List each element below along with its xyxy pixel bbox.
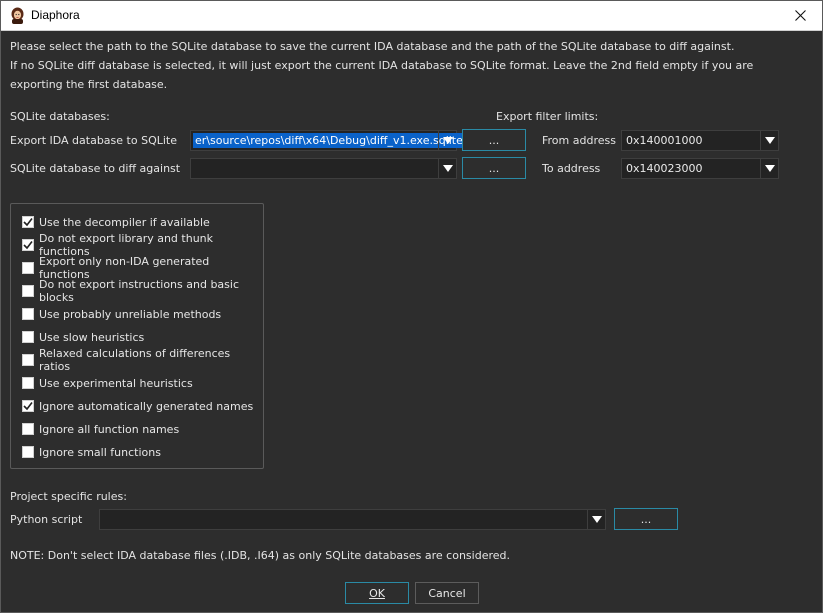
to-address-dropdown[interactable] bbox=[760, 159, 778, 178]
note-text: NOTE: Don't select IDA database files (.… bbox=[10, 549, 510, 562]
to-address-value[interactable]: 0x140023000 bbox=[626, 162, 703, 175]
option-no-instructions[interactable]: Do not export instructions and basic blo… bbox=[22, 278, 263, 304]
checkmark-icon bbox=[23, 218, 33, 227]
diaphora-app-icon bbox=[11, 7, 24, 24]
dropdown-arrow-icon bbox=[591, 516, 602, 523]
option-relaxed-ratios[interactable]: Relaxed calculations of differences rati… bbox=[22, 347, 263, 373]
option-no-library-thunk[interactable]: Do not export library and thunk function… bbox=[22, 232, 263, 258]
option-ignore-generated-names[interactable]: Ignore automatically generated names bbox=[22, 398, 253, 414]
option-checkbox[interactable] bbox=[22, 446, 34, 458]
description-line-3: exporting the first database. bbox=[10, 78, 168, 91]
option-use-decompiler[interactable]: Use the decompiler if available bbox=[22, 214, 210, 230]
option-checkbox[interactable] bbox=[22, 285, 34, 297]
option-checkbox[interactable] bbox=[22, 216, 34, 228]
option-checkbox[interactable] bbox=[22, 377, 34, 389]
option-label: Use experimental heuristics bbox=[39, 376, 193, 390]
diff-db-dropdown[interactable] bbox=[438, 159, 456, 178]
close-icon bbox=[794, 10, 806, 21]
diff-db-combo[interactable] bbox=[190, 158, 457, 179]
option-label: Ignore all function names bbox=[39, 422, 180, 436]
option-slow-heuristics[interactable]: Use slow heuristics bbox=[22, 329, 144, 345]
description-line-2: If no SQLite diff database is selected, … bbox=[10, 59, 754, 72]
python-script-combo[interactable] bbox=[99, 509, 606, 530]
option-label: Use slow heuristics bbox=[39, 330, 145, 344]
project-rules-heading: Project specific rules: bbox=[10, 490, 127, 503]
checkmark-icon bbox=[23, 241, 33, 250]
title-bar: Diaphora bbox=[0, 0, 823, 31]
python-script-browse-button[interactable]: ... bbox=[614, 508, 678, 530]
from-address-value[interactable]: 0x140001000 bbox=[626, 134, 703, 147]
dropdown-arrow-icon bbox=[442, 165, 453, 172]
option-experimental-heuristics[interactable]: Use experimental heuristics bbox=[22, 375, 193, 391]
export-db-value[interactable]: er\source\repos\diff\x64\Debug\diff_v1.e… bbox=[193, 133, 465, 148]
export-db-browse-button[interactable]: ... bbox=[462, 129, 526, 151]
option-ignore-all-names[interactable]: Ignore all function names bbox=[22, 421, 179, 437]
from-address-combo[interactable]: 0x140001000 bbox=[621, 130, 779, 151]
close-button[interactable] bbox=[777, 0, 823, 31]
option-checkbox[interactable] bbox=[22, 400, 34, 412]
option-ignore-small-functions[interactable]: Ignore small functions bbox=[22, 444, 161, 460]
option-only-non-ida[interactable]: Export only non-IDA generated functions bbox=[22, 255, 263, 281]
option-checkbox[interactable] bbox=[22, 331, 34, 343]
option-label: Relaxed calculations of differences rati… bbox=[39, 347, 231, 373]
option-checkbox[interactable] bbox=[22, 262, 34, 274]
option-label: Use probably unreliable methods bbox=[39, 307, 222, 321]
option-checkbox[interactable] bbox=[22, 354, 34, 366]
description-text: Please select the path to the SQLite dat… bbox=[10, 37, 753, 94]
to-address-label: To address bbox=[542, 162, 601, 175]
dropdown-arrow-icon bbox=[764, 137, 775, 144]
to-address-combo[interactable]: 0x140023000 bbox=[621, 158, 779, 179]
window-title: Diaphora bbox=[31, 8, 80, 22]
option-label: Ignore automatically generated names bbox=[39, 399, 254, 413]
option-checkbox[interactable] bbox=[22, 308, 34, 320]
description-line-1: Please select the path to the SQLite dat… bbox=[10, 40, 735, 53]
ok-button[interactable]: OK bbox=[345, 582, 409, 604]
export-db-label: Export IDA database to SQLite bbox=[10, 134, 177, 147]
options-group: Use the decompiler if available Do not e… bbox=[10, 203, 264, 469]
option-checkbox[interactable] bbox=[22, 239, 34, 251]
cancel-button[interactable]: Cancel bbox=[415, 582, 479, 604]
export-filter-heading: Export filter limits: bbox=[496, 110, 599, 123]
option-unreliable-methods[interactable]: Use probably unreliable methods bbox=[22, 306, 221, 322]
sqlite-databases-heading: SQLite databases: bbox=[10, 110, 110, 123]
option-label: Do not export instructions and basic blo… bbox=[39, 278, 239, 304]
python-script-label: Python script bbox=[10, 513, 83, 526]
checkmark-icon bbox=[23, 402, 33, 411]
diff-db-browse-button[interactable]: ... bbox=[462, 157, 526, 179]
option-checkbox[interactable] bbox=[22, 423, 34, 435]
diff-db-label: SQLite database to diff against bbox=[10, 162, 181, 175]
from-address-dropdown[interactable] bbox=[760, 131, 778, 150]
from-address-label: From address bbox=[542, 134, 616, 147]
option-label: Ignore small functions bbox=[39, 445, 161, 459]
export-db-dropdown[interactable] bbox=[438, 131, 456, 150]
dropdown-arrow-icon bbox=[764, 165, 775, 172]
dropdown-arrow-icon bbox=[442, 137, 453, 144]
option-label: Use the decompiler if available bbox=[39, 215, 210, 229]
python-script-dropdown[interactable] bbox=[587, 510, 605, 529]
ok-button-label: OK bbox=[369, 586, 385, 600]
export-db-combo[interactable]: er\source\repos\diff\x64\Debug\diff_v1.e… bbox=[190, 130, 465, 151]
